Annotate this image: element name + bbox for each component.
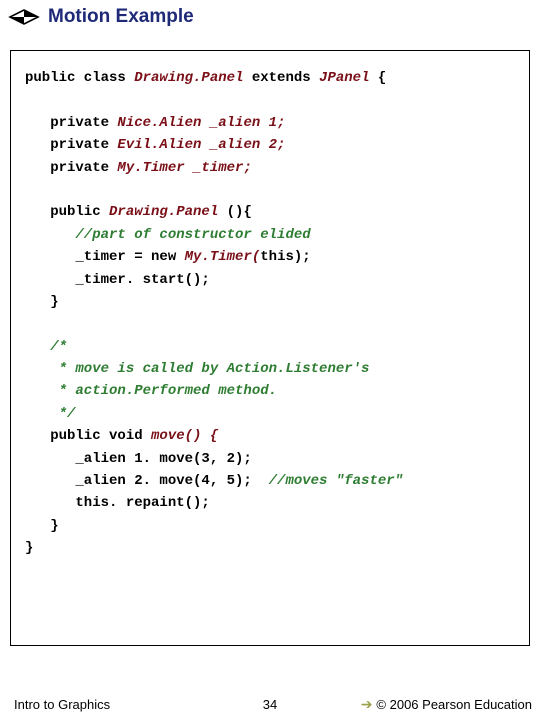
code-text: My.Timer( xyxy=(185,249,261,265)
code-text: } xyxy=(25,540,33,556)
code-block: public class Drawing.Panel extends JPane… xyxy=(25,67,515,560)
code-text: private xyxy=(25,137,117,153)
code-text: public void xyxy=(25,428,151,444)
code-text: Drawing.Panel xyxy=(109,204,227,220)
code-text: move() { xyxy=(151,428,218,444)
code-container: public class Drawing.Panel extends JPane… xyxy=(10,50,530,646)
footer-left-text: Intro to Graphics xyxy=(14,697,110,712)
code-text: Drawing.Panel xyxy=(134,70,252,86)
copyright-text: © 2006 Pearson Education xyxy=(376,697,532,712)
arrow-right-icon: ➔ xyxy=(361,696,373,713)
code-text: _alien 1. move(3, 2); xyxy=(25,451,252,467)
code-text: } xyxy=(25,518,59,534)
code-comment: * action.Performed method. xyxy=(25,383,277,399)
code-text: _alien 2. move(4, 5); xyxy=(25,473,269,489)
code-text: _timer = xyxy=(25,249,151,265)
code-text: My.Timer _timer; xyxy=(117,160,251,176)
code-text: new xyxy=(151,249,185,265)
code-text: this xyxy=(25,495,109,511)
code-text: JPanel xyxy=(319,70,378,86)
footer-right: ➔ © 2006 Pearson Education xyxy=(361,696,532,713)
code-text: private xyxy=(25,160,117,176)
code-text: } xyxy=(25,294,59,310)
code-text: Evil.Alien _alien 2; xyxy=(117,137,285,153)
code-comment: /* xyxy=(25,339,67,355)
code-text: _timer. start(); xyxy=(25,272,210,288)
code-text: this); xyxy=(260,249,310,265)
code-text: . repaint(); xyxy=(109,495,210,511)
code-comment: */ xyxy=(25,406,75,422)
slide-header: Motion Example xyxy=(0,0,540,32)
code-text: public class xyxy=(25,70,134,86)
code-text: public xyxy=(25,204,109,220)
code-text: Nice.Alien _alien 1; xyxy=(117,115,285,131)
slide: Motion Example public class Drawing.Pane… xyxy=(0,0,540,720)
code-comment: //part of constructor elided xyxy=(25,227,311,243)
slide-title: Motion Example xyxy=(48,6,194,28)
code-text: { xyxy=(378,70,386,86)
code-comment: //moves "faster" xyxy=(269,473,403,489)
code-text: extends xyxy=(252,70,319,86)
code-comment: * move is called by Action.Listener's xyxy=(25,361,369,377)
code-text: private xyxy=(25,115,117,131)
diamond-bullet-icon xyxy=(8,8,40,26)
slide-footer: Intro to Graphics 34 ➔ © 2006 Pearson Ed… xyxy=(0,697,540,712)
code-text: (){ xyxy=(227,204,252,220)
